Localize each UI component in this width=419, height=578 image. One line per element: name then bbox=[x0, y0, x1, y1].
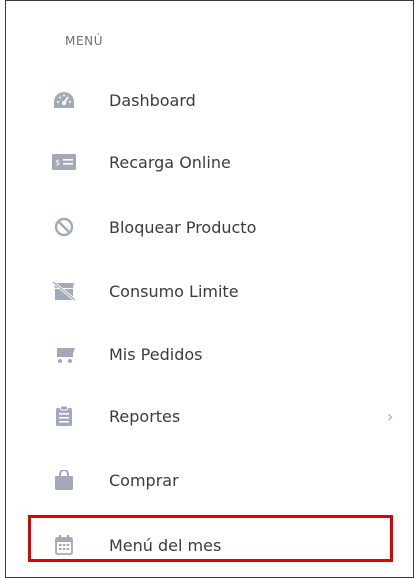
dashboard-gauge-icon bbox=[51, 87, 77, 113]
money-bill-icon: $ bbox=[51, 149, 77, 175]
sidebar-item-label: Reportes bbox=[109, 406, 181, 426]
svg-text:$: $ bbox=[55, 158, 60, 167]
sidebar-item-consumo-limite[interactable]: Consumo Limite bbox=[38, 276, 378, 306]
sidebar-item-reportes[interactable]: Reportes › bbox=[38, 401, 393, 431]
sidebar-menu-panel: MENÚ Dashboard $ Recarga Online Bloquear… bbox=[5, 0, 414, 578]
shopping-bag-icon bbox=[51, 467, 77, 493]
sidebar-item-label: Comprar bbox=[109, 470, 179, 490]
highlight-box bbox=[28, 515, 393, 562]
sidebar-item-label: Consumo Limite bbox=[109, 281, 239, 301]
cart-icon bbox=[51, 341, 77, 367]
sidebar-item-bloquear-producto[interactable]: Bloquear Producto bbox=[38, 212, 378, 242]
sidebar-item-recarga-online[interactable]: $ Recarga Online bbox=[38, 147, 378, 177]
sidebar-item-label: Dashboard bbox=[109, 90, 196, 110]
menu-heading: MENÚ bbox=[65, 34, 104, 48]
block-icon bbox=[51, 214, 77, 240]
sidebar-item-label: Recarga Online bbox=[109, 152, 231, 172]
sidebar-item-dashboard[interactable]: Dashboard bbox=[38, 85, 378, 115]
sidebar-item-mis-pedidos[interactable]: Mis Pedidos bbox=[38, 339, 378, 369]
sidebar-item-label: Mis Pedidos bbox=[109, 344, 203, 364]
clipboard-icon bbox=[51, 403, 77, 429]
sidebar-item-comprar[interactable]: Comprar bbox=[38, 465, 378, 495]
chevron-right-icon: › bbox=[387, 406, 394, 426]
store-slash-icon bbox=[51, 278, 77, 304]
sidebar-item-label: Bloquear Producto bbox=[109, 217, 257, 237]
